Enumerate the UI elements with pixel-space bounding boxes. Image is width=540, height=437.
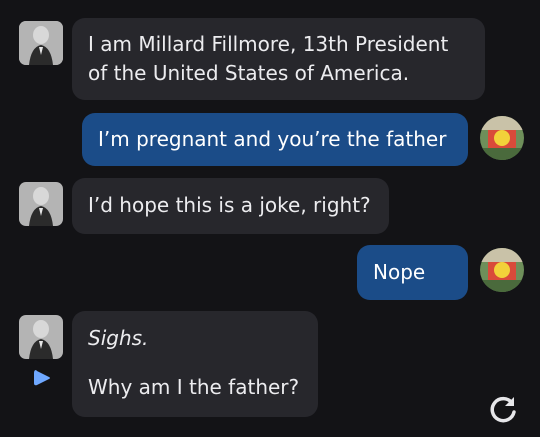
- bot-message-bubble: I am Millard Fillmore, 13th President of…: [72, 18, 485, 100]
- play-icon[interactable]: [31, 367, 53, 389]
- message-text: of the United States of America.: [88, 61, 410, 85]
- message-text: I am Millard Fillmore, 13th President: [88, 32, 449, 56]
- user-avatar[interactable]: [480, 248, 524, 292]
- message-text: Why am I the father?: [88, 375, 300, 399]
- bot-message-bubble: I’d hope this is a joke, right?: [72, 178, 389, 234]
- user-avatar[interactable]: [480, 116, 524, 160]
- message-text: Nope: [373, 260, 426, 284]
- message-text: I’m pregnant and you’re the father: [98, 127, 447, 151]
- bot-message-bubble: Sighs. Why am I the father?: [72, 311, 318, 417]
- bot-avatar[interactable]: [19, 315, 63, 359]
- bot-avatar[interactable]: [19, 182, 63, 226]
- bot-avatar[interactable]: [19, 21, 63, 65]
- user-message-bubble: I’m pregnant and you’re the father: [82, 113, 468, 166]
- action-text: Sighs.: [88, 326, 149, 350]
- message-text: I’d hope this is a joke, right?: [88, 193, 371, 217]
- user-message-bubble: Nope: [357, 245, 468, 300]
- regenerate-icon[interactable]: [486, 393, 520, 427]
